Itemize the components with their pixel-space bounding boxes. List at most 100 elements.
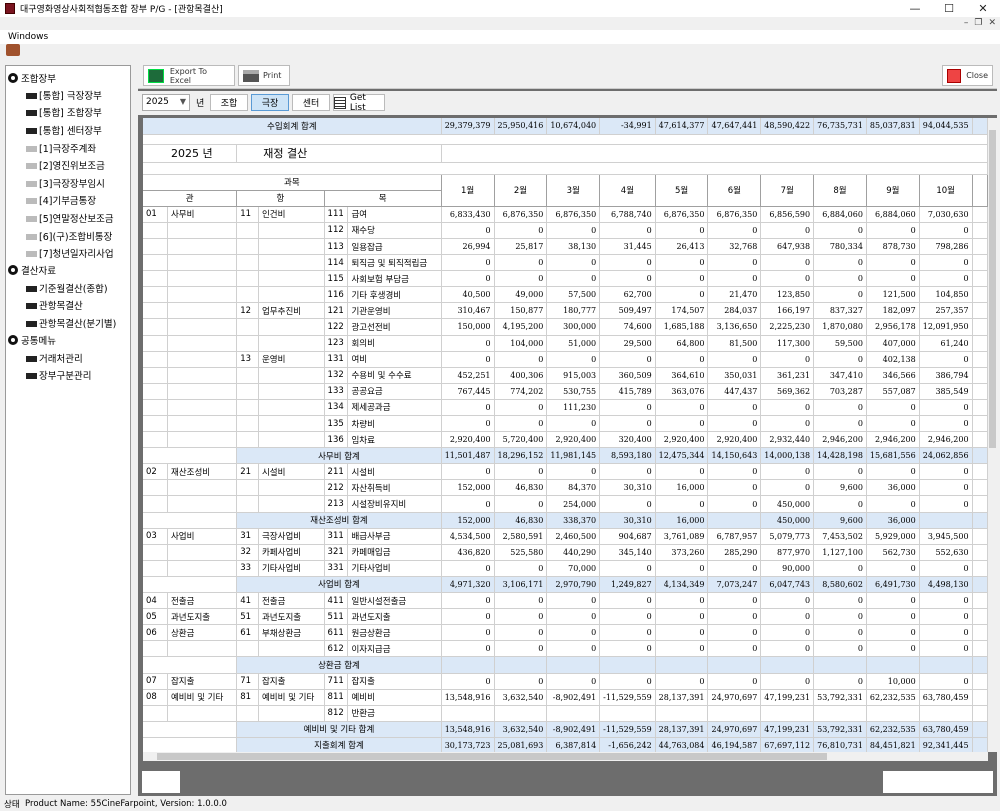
cell[interactable]: 12,091,950: [919, 318, 973, 336]
cell[interactable]: 2,946,200: [866, 431, 920, 449]
cell[interactable]: 904,687: [599, 528, 656, 545]
cell[interactable]: 0: [707, 495, 762, 513]
cell-hn[interactable]: [258, 270, 325, 288]
cell[interactable]: 0: [866, 222, 920, 239]
cell-hn[interactable]: 전출금: [258, 592, 325, 610]
cell[interactable]: 2,970,790: [546, 576, 601, 594]
cell-hn[interactable]: 인건비: [258, 206, 325, 223]
cell[interactable]: 0: [441, 673, 495, 690]
cell[interactable]: 2,920,400: [441, 431, 495, 449]
cell-gn[interactable]: [167, 335, 238, 352]
cell[interactable]: 0: [866, 399, 920, 417]
cell[interactable]: 0: [707, 254, 762, 272]
cell[interactable]: 0: [655, 415, 709, 433]
cell-gc[interactable]: [143, 302, 168, 320]
cell[interactable]: 84,451,821: [866, 737, 920, 752]
cell-hc[interactable]: [236, 238, 259, 256]
cell-hc[interactable]: [236, 705, 259, 722]
cell[interactable]: 8,593,180: [599, 447, 656, 465]
cell[interactable]: 0: [813, 560, 867, 577]
cell[interactable]: 386,794: [919, 367, 973, 384]
cell[interactable]: 3,945,500: [919, 528, 973, 545]
cell[interactable]: 0: [655, 592, 709, 610]
cell[interactable]: 0: [707, 673, 762, 690]
cell-gc[interactable]: [143, 399, 168, 417]
cell-gc[interactable]: [143, 238, 168, 256]
cell-gc[interactable]: [143, 254, 168, 272]
cell[interactable]: 36,000: [866, 479, 920, 497]
cell[interactable]: [760, 656, 815, 674]
cell-hn[interactable]: 부채상환금: [258, 624, 325, 642]
get-list-button[interactable]: Get List: [333, 93, 385, 113]
cell[interactable]: 0: [760, 592, 815, 610]
cell-gn[interactable]: 사업비: [167, 528, 238, 545]
cell[interactable]: 7,073,247: [707, 576, 762, 594]
cell[interactable]: 0: [919, 399, 973, 417]
report-grid[interactable]: 수입회계 합계 29,379,379 25,950,416 10,674,040 -34…: [143, 118, 988, 752]
cell[interactable]: 0: [707, 399, 762, 417]
cell[interactable]: 25,081,693: [494, 737, 548, 752]
tab-union[interactable]: 조합: [210, 94, 248, 111]
cell[interactable]: 47,199,231: [760, 689, 815, 706]
cell[interactable]: 5,720,400: [494, 431, 548, 449]
cell-mn[interactable]: 급여: [347, 206, 442, 223]
cell-gc[interactable]: [143, 415, 168, 433]
cell[interactable]: 0: [546, 673, 601, 690]
cell[interactable]: 2,580,591: [494, 528, 548, 545]
cell[interactable]: 0: [441, 270, 495, 288]
cell-mc[interactable]: 136: [324, 431, 349, 449]
cell-hc[interactable]: 71: [236, 673, 259, 690]
cell-mc[interactable]: 114: [324, 254, 349, 272]
cell[interactable]: 310,467: [441, 302, 495, 320]
cell[interactable]: 0: [546, 270, 601, 288]
cell[interactable]: 24,970,697: [707, 721, 762, 738]
cell-mn[interactable]: 예비비: [347, 689, 442, 706]
cell[interactable]: 11,981,145: [546, 447, 601, 465]
cell[interactable]: [599, 656, 656, 674]
cell[interactable]: 0: [919, 592, 973, 610]
cell-hc[interactable]: 12: [236, 302, 259, 320]
cell[interactable]: 30,310: [599, 512, 656, 529]
cell[interactable]: [919, 705, 973, 722]
cell[interactable]: 0: [919, 608, 973, 626]
cell[interactable]: 46,194,587: [707, 737, 762, 752]
cell-hn[interactable]: 운영비: [258, 351, 325, 368]
cell[interactable]: 47,647,441: [707, 118, 762, 135]
cell[interactable]: 0: [599, 254, 656, 272]
cell[interactable]: 24,970,697: [707, 689, 762, 706]
cell-mc[interactable]: 411: [324, 592, 349, 610]
cell[interactable]: 767,445: [441, 383, 495, 400]
cell[interactable]: 347,410: [813, 367, 867, 384]
cell-hn[interactable]: 업무추진비: [258, 302, 325, 320]
cell[interactable]: 0: [707, 560, 762, 577]
cell[interactable]: 0: [919, 270, 973, 288]
cell[interactable]: 84,370: [546, 479, 601, 497]
close-window-icon[interactable]: ✕: [966, 2, 1000, 15]
cell[interactable]: 0: [546, 624, 601, 642]
cell[interactable]: 0: [707, 640, 762, 658]
cell-mn[interactable]: 일반시설전출금: [347, 592, 442, 610]
cell-hc[interactable]: [236, 222, 259, 239]
cell[interactable]: 0: [494, 351, 548, 368]
cell[interactable]: 24,062,856: [919, 447, 973, 465]
cell[interactable]: 49,000: [494, 286, 548, 304]
cell-mc[interactable]: 111: [324, 206, 349, 223]
cell[interactable]: 0: [813, 254, 867, 272]
cell[interactable]: 180,777: [546, 302, 601, 320]
cell[interactable]: 0: [866, 415, 920, 433]
cell[interactable]: 0: [441, 624, 495, 642]
cell[interactable]: 350,031: [707, 367, 762, 384]
year-select[interactable]: 2025 ▼: [142, 94, 190, 111]
cell[interactable]: 0: [707, 415, 762, 433]
cell-mn[interactable]: 일용잡급: [347, 238, 442, 256]
vertical-scrollbar[interactable]: [988, 118, 997, 752]
cell[interactable]: 0: [546, 351, 601, 368]
cell[interactable]: 0: [655, 286, 709, 304]
cell[interactable]: 0: [655, 624, 709, 642]
cell[interactable]: 837,327: [813, 302, 867, 320]
cell[interactable]: 0: [546, 415, 601, 433]
cell-mc[interactable]: 612: [324, 640, 349, 658]
cell[interactable]: 63,780,459: [919, 689, 973, 706]
cell[interactable]: 0: [760, 624, 815, 642]
cell[interactable]: 0: [494, 399, 548, 417]
